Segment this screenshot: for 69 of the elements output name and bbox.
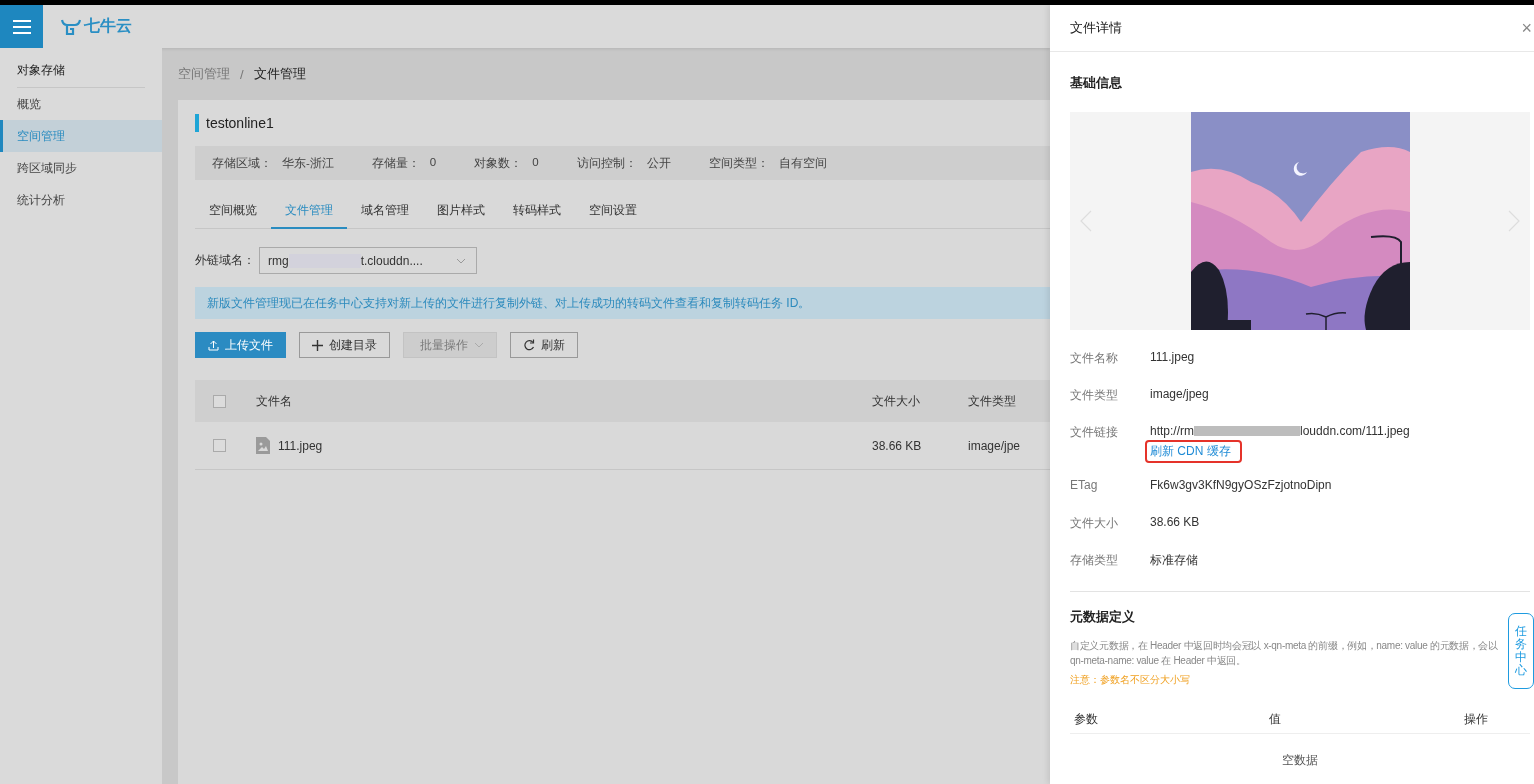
section-title: 元数据定义 <box>1070 608 1136 626</box>
menu-icon <box>12 19 31 34</box>
table-cell-text: image/jpe <box>968 438 1022 453</box>
note-text: 注意：参数名不区分大小写 <box>1070 673 1191 687</box>
tab[interactable]: 图片样式 <box>423 193 499 229</box>
column-header: 值 <box>1269 711 1282 728</box>
field-value: 111.jpeg <box>1150 350 1195 364</box>
section-title: 基础信息 <box>1070 74 1123 92</box>
file-url: louddn.com/111.jpeg <box>1300 424 1410 438</box>
select-all-checkbox[interactable] <box>213 394 226 408</box>
tab[interactable]: 转码样式 <box>499 193 575 229</box>
upload-icon <box>208 339 219 351</box>
column-header[interactable]: 文件大小 <box>872 392 968 410</box>
domain-select[interactable]: rmg t.clouddn.... <box>259 247 477 274</box>
bull-logo-icon <box>61 18 81 35</box>
sidebar-item[interactable]: 统计分析 <box>0 184 162 216</box>
stat-label: 存储量： <box>371 155 420 171</box>
stat-value: 0 <box>532 155 539 170</box>
field-label: 文件链接 <box>1070 424 1119 441</box>
field-value: Fk6w3gv3KfN9gyOSzFzjotnoDipn <box>1150 478 1332 492</box>
refresh-icon <box>523 339 535 351</box>
field-value: image/jpeg <box>1150 387 1209 401</box>
column-header[interactable]: 文件类型 <box>968 392 1028 410</box>
column-header: 参数 <box>1073 711 1099 728</box>
plus-icon <box>312 339 323 351</box>
field-label: ETag <box>1070 478 1099 492</box>
menu-button[interactable] <box>0 5 43 48</box>
sidebar-item[interactable]: 概览 <box>0 88 162 120</box>
refresh-cdn-link[interactable]: 刷新 CDN 缓存 <box>1145 440 1242 463</box>
tab[interactable]: 域名管理 <box>347 193 423 229</box>
stat-label: 访问控制： <box>576 155 637 171</box>
refresh-button[interactable]: 刷新 <box>510 332 578 358</box>
breadcrumb-item: 文件管理 <box>253 65 306 83</box>
stat-value: 0 <box>429 155 437 170</box>
tab[interactable]: 空间概览 <box>195 193 271 229</box>
panel-title: 文件详情 <box>1070 19 1122 37</box>
field-value: 38.66 KB <box>1150 515 1200 529</box>
field-label: 文件大小 <box>1070 515 1119 532</box>
stat-label: 存储区域： <box>212 155 272 171</box>
table-cell-text: 38.66 KB <box>872 438 923 453</box>
stat-value: 公开 <box>646 155 671 171</box>
image-file-icon <box>256 437 270 454</box>
field-label: 文件类型 <box>1070 387 1119 404</box>
domain-label: 外链域名： <box>195 252 255 269</box>
stat-label: 空间类型： <box>708 155 769 171</box>
field-value: 标准存储 <box>1150 552 1198 569</box>
tab[interactable]: 空间设置 <box>575 193 651 229</box>
logo-text: 七牛云 <box>84 16 132 36</box>
stat-label: 对象数： <box>474 155 523 171</box>
chevron-down-icon <box>456 258 466 264</box>
field-label: 文件名称 <box>1070 350 1119 367</box>
sidebar-item[interactable]: 跨区域同步 <box>0 152 162 184</box>
description-text: 自定义元数据，在 Header 中返回时均会冠以 x-qn-meta 的前缀，例如，name: value 的元数据，会以 qn-meta-name: value 在 Header 中返回。 <box>1070 639 1499 668</box>
close-button[interactable]: × <box>1521 17 1534 39</box>
stat-value: 华东-浙江 <box>282 155 334 171</box>
column-header: 操作 <box>1464 711 1489 728</box>
file-url: http://rm <box>1150 424 1194 438</box>
file-name[interactable]: 111.jpeg <box>278 438 323 453</box>
stat-value: 自有空间 <box>778 155 827 171</box>
row-checkbox[interactable] <box>213 439 226 452</box>
sidebar-title: 对象存储 <box>16 62 66 79</box>
chevron-down-icon <box>474 342 484 348</box>
breadcrumb-separator: / <box>240 66 244 82</box>
create-button[interactable]: 创建目录 <box>299 332 390 358</box>
notice-banner: 新版文件管理现已在任务中心支持对新上传的文件进行复制外链、对上传成功的转码文件查看和复制转码任务 ID。 <box>195 287 1050 319</box>
upload-button[interactable]: 上传文件 <box>195 332 286 358</box>
empty-state-text: 空数据 <box>1281 752 1319 769</box>
field-label: 存储类型 <box>1070 552 1119 569</box>
column-header[interactable]: 文件名 <box>256 392 872 410</box>
